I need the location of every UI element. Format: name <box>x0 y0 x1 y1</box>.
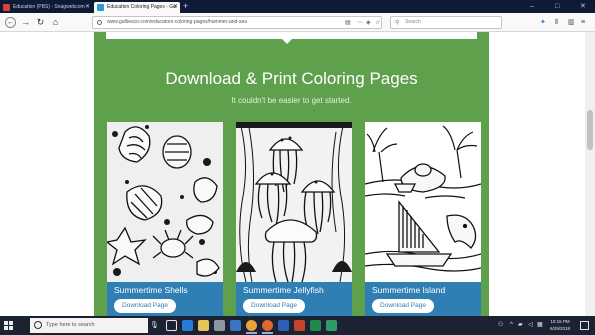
download-page-button[interactable]: Download Page <box>372 299 434 313</box>
new-tab-button[interactable]: + <box>183 1 188 12</box>
library-icon[interactable]: ⫴ <box>555 18 558 27</box>
extension-icon[interactable]: ✦ <box>540 18 546 27</box>
page-actions-icon[interactable]: ⋯ <box>357 19 363 27</box>
pocket-icon[interactable]: ◈ <box>366 19 371 27</box>
store-icon[interactable] <box>214 320 225 331</box>
language-icon[interactable]: ▦ <box>537 320 543 331</box>
site-info-icon[interactable] <box>97 20 102 25</box>
forward-arrow-icon[interactable]: → <box>20 17 31 28</box>
coloring-pages-section: Download & Print Coloring Pages It could… <box>94 32 489 316</box>
download-page-button[interactable]: Download Page <box>114 299 176 313</box>
address-url[interactable]: www.gulbesco.com/educators-coloring-page… <box>107 17 247 28</box>
search-icon: ⚲ <box>395 20 400 26</box>
close-window-button[interactable]: ✕ <box>580 1 586 12</box>
network-icon[interactable]: ▰ <box>518 320 523 331</box>
coloring-card-shells: Summertime Shells Download Page <box>107 122 223 316</box>
caret-down-icon <box>282 39 292 44</box>
shells-illustration <box>107 122 223 282</box>
tab-favicon-icon <box>3 4 10 11</box>
page-scrollbar[interactable] <box>585 32 595 316</box>
section-heading: Download & Print Coloring Pages <box>165 69 418 88</box>
tab-favicon-icon <box>97 4 104 11</box>
cortana-circle-icon <box>34 321 42 329</box>
bookmark-star-icon[interactable]: ☆ <box>375 19 380 27</box>
dropdown-strip <box>106 32 477 39</box>
browser-toolbar: ← → ↻ ⌂ www.gulbesco.com/educators-color… <box>0 13 595 32</box>
page-viewport: Download & Print Coloring Pages It could… <box>0 32 595 316</box>
people-icon[interactable]: ⚇ <box>498 320 503 331</box>
taskbar-search-placeholder: Type here to search <box>46 322 95 328</box>
coloring-card-island: Summertime Island Download Page <box>365 122 481 316</box>
chrome-icon[interactable] <box>246 320 257 334</box>
shells-coloring-art[interactable] <box>107 122 223 282</box>
edge-browser-icon[interactable] <box>182 320 193 331</box>
action-center-icon[interactable] <box>580 321 589 330</box>
microphone-icon[interactable]: 🎙 <box>150 320 159 331</box>
tab-close-icon[interactable]: ✕ <box>173 2 178 13</box>
coloring-card-jellyfish: Summertime Jellyfish Download Page <box>236 122 352 316</box>
volume-icon[interactable]: ◁ <box>528 320 533 331</box>
browser-tab-active[interactable]: Education Coloring Pages - Gu ✕ <box>94 2 180 13</box>
excel-icon[interactable] <box>310 320 321 331</box>
back-arrow-icon[interactable]: ← <box>5 17 16 28</box>
system-clock[interactable]: 10:15 PM 6/29/2018 <box>546 318 574 332</box>
browser-tab-bar: Education (PBS) - Snagwebcom ✕ Education… <box>0 0 595 13</box>
tray-chevron-icon[interactable]: ^ <box>510 320 513 331</box>
mail-icon[interactable] <box>230 320 241 331</box>
jellyfish-coloring-art[interactable] <box>236 122 352 282</box>
card-title: Summertime Jellyfish <box>243 285 324 295</box>
home-icon[interactable]: ⌂ <box>50 17 61 28</box>
word-icon[interactable] <box>278 320 289 331</box>
tab-close-icon[interactable]: ✕ <box>85 2 90 13</box>
browser-tab[interactable]: Education (PBS) - Snagwebcom ✕ <box>0 2 92 13</box>
search-placeholder: Search <box>405 19 421 25</box>
address-bar[interactable]: www.gulbesco.com/educators-coloring-page… <box>92 16 382 29</box>
scrollbar-thumb[interactable] <box>587 110 593 150</box>
menu-icon[interactable]: ≡ <box>581 18 585 27</box>
reader-view-icon[interactable]: ▤ <box>345 19 351 27</box>
card-title: Summertime Island <box>372 285 446 295</box>
card-title: Summertime Shells <box>114 285 188 295</box>
minimize-button[interactable]: – <box>530 1 534 12</box>
tab-title: Education (PBS) - Snagwebcom <box>13 4 85 10</box>
powerpoint-icon[interactable] <box>294 320 305 331</box>
firefox-icon[interactable] <box>262 320 273 334</box>
file-explorer-icon[interactable] <box>198 320 209 331</box>
sidebar-icon[interactable]: ▥ <box>568 18 575 27</box>
section-subheading: It couldn't be easier to get started. <box>231 96 352 105</box>
reload-icon[interactable]: ↻ <box>35 17 46 28</box>
taskbar: Type here to search 🎙 ⚇ ^ ▰ ◁ ▦ 10:15 PM… <box>0 316 595 335</box>
download-page-button[interactable]: Download Page <box>243 299 305 313</box>
taskbar-search-input[interactable]: Type here to search <box>30 318 148 333</box>
task-view-icon[interactable] <box>166 320 177 331</box>
clock-date: 6/29/2018 <box>549 326 571 331</box>
search-input[interactable]: ⚲ Search <box>390 16 502 29</box>
app-icon[interactable] <box>326 320 337 331</box>
island-illustration <box>365 122 481 282</box>
tab-title: Education Coloring Pages - Gu <box>107 4 176 10</box>
clock-time: 10:15 PM <box>550 319 570 324</box>
island-coloring-art[interactable] <box>365 122 481 282</box>
jellyfish-illustration <box>236 122 352 282</box>
windows-start-icon[interactable] <box>4 321 13 330</box>
maximize-button[interactable]: □ <box>555 1 559 12</box>
